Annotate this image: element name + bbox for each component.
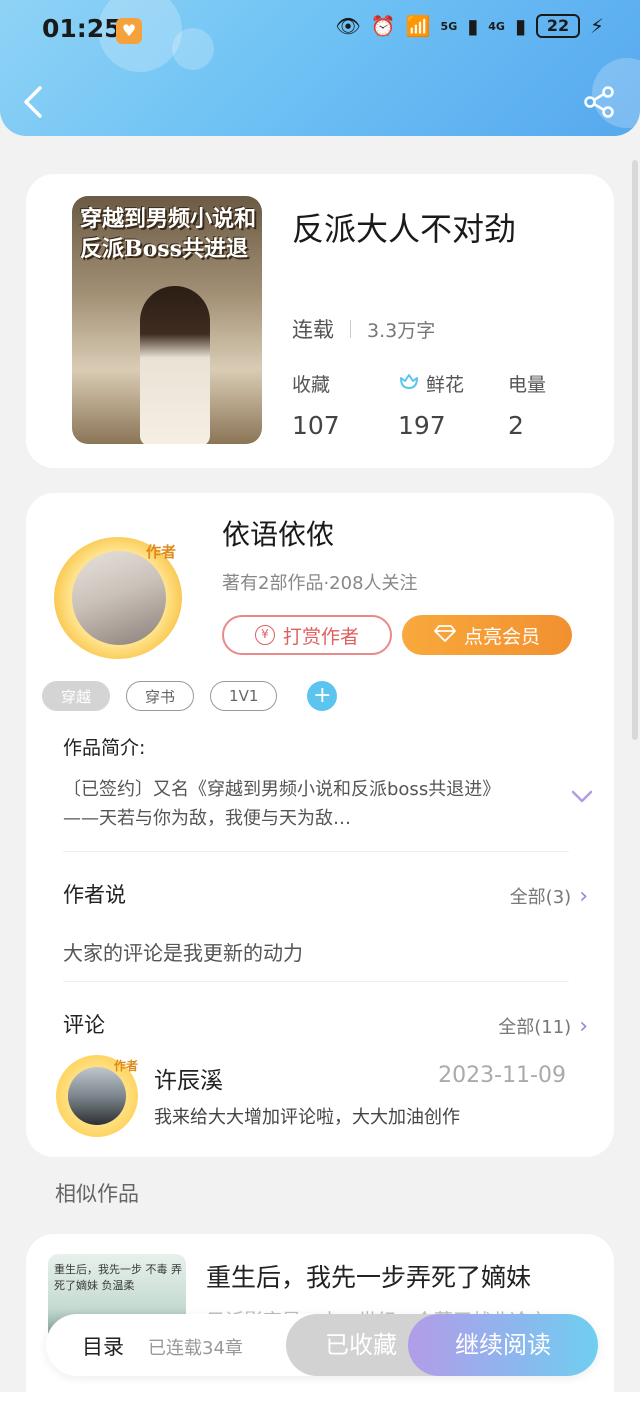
status-time: 01:25 <box>42 14 122 43</box>
add-tag-icon[interactable]: + <box>307 681 338 711</box>
stat-label: 收藏 <box>292 374 331 396</box>
flower-icon <box>398 370 420 397</box>
synopsis-title: 作品简介: <box>63 737 146 759</box>
author-details-card: 作者 依语依侬 著有2部作品·208人关注 ¥ 打赏作者 点亮会员 穿越 穿书 … <box>26 493 614 1157</box>
status-icons: 👁 ⏰ 📶 5G ▮ 4G ▮ 22 ⚡ <box>335 14 604 38</box>
divider <box>63 981 569 982</box>
author-says-more-link[interactable]: 全部(3) › <box>510 883 588 909</box>
signal-4g-label: 4G <box>488 19 505 33</box>
scrollbar[interactable] <box>632 160 638 740</box>
status-bar: 01:25 ♥ 👁 ⏰ 📶 5G ▮ 4G ▮ 22 ⚡ <box>0 0 640 60</box>
cover-title-text: 穿越到男频小说和反派Boss共进退 <box>80 206 257 262</box>
stat-label: 鲜花 <box>426 374 465 396</box>
chevron-down-icon[interactable] <box>570 789 594 805</box>
book-cover[interactable]: 穿越到男频小说和反派Boss共进退 <box>72 196 262 444</box>
chevron-right-icon: › <box>579 1013 588 1039</box>
comment-date: 2023-11-09 <box>438 1063 566 1088</box>
book-word-count: 3.3万字 <box>367 319 436 342</box>
heart-notification-icon: ♥ <box>116 18 142 44</box>
stat-favorites: 收藏 107 <box>292 370 340 440</box>
book-meta: 连载 3.3万字 <box>292 314 435 344</box>
reward-label: 打赏作者 <box>282 625 359 648</box>
bottom-action-bar: 目录 已连载34章 已收藏 继续阅读 <box>46 1314 598 1376</box>
reward-author-button[interactable]: ¥ 打赏作者 <box>222 615 392 655</box>
chapter-count[interactable]: 已连载34章 <box>148 1334 243 1360</box>
meta-divider <box>350 320 351 338</box>
stat-value: 2 <box>508 411 524 440</box>
avatar-image <box>68 1067 126 1125</box>
author-says-text: 大家的评论是我更新的动力 <box>63 941 303 965</box>
comment-username[interactable]: 许辰溪 <box>154 1061 223 1095</box>
tag-chip[interactable]: 穿越 <box>42 681 111 711</box>
diamond-icon <box>434 624 456 647</box>
bottom-nav-strip <box>0 1392 640 1422</box>
author-info: 著有2部作品·208人关注 <box>222 573 418 594</box>
author-says-title: 作者说 <box>63 883 126 907</box>
synopsis-text[interactable]: 〔已签约〕又名《穿越到男频小说和反派boss共退进》 ——天若与你为敌，我便与天… <box>63 775 543 833</box>
tag-list: 穿越 穿书 1V1 + <box>42 681 338 711</box>
comments-more-link[interactable]: 全部(11) › <box>498 1013 588 1039</box>
alarm-icon: ⏰ <box>370 14 396 38</box>
eye-icon: 👁 <box>335 14 361 38</box>
comment-text[interactable]: 我来给大大增加评论啦，大大加油创作 <box>154 1103 460 1129</box>
similar-book-title[interactable]: 重生后，我先一步弄死了嫡妹 <box>206 1258 531 1294</box>
tag-chip[interactable]: 1V1 <box>210 681 278 711</box>
stat-value: 107 <box>292 411 340 440</box>
signal-bars-icon: ▮ <box>514 14 526 38</box>
tag-chip[interactable]: 穿书 <box>126 681 195 711</box>
more-label: 全部(3) <box>509 887 572 908</box>
author-name[interactable]: 依语依侬 <box>222 513 334 553</box>
vip-button[interactable]: 点亮会员 <box>402 615 572 655</box>
battery-level: 22 <box>535 14 580 38</box>
comment-avatar[interactable]: 作者 <box>56 1055 138 1137</box>
toc-button[interactable]: 目录 <box>82 1331 124 1361</box>
share-icon[interactable] <box>582 84 618 120</box>
author-avatar[interactable]: 作者 <box>54 537 182 659</box>
book-title: 反派大人不对劲 <box>292 210 517 248</box>
synopsis-line: ——天若与你为敌，我便与天为敌… <box>63 808 351 829</box>
app-header: 01:25 ♥ 👁 ⏰ 📶 5G ▮ 4G ▮ 22 ⚡ <box>0 0 640 136</box>
book-status: 连载 <box>292 318 334 342</box>
more-label: 全部(11) <box>498 1017 572 1038</box>
signal-5g-label: 5G <box>440 19 458 33</box>
chevron-right-icon: › <box>579 883 588 909</box>
similar-works-title: 相似作品 <box>55 1182 139 1206</box>
charging-icon: ⚡ <box>589 14 604 38</box>
avatar-image <box>72 551 166 645</box>
coin-icon: ¥ <box>254 625 275 645</box>
stat-value: 197 <box>398 411 446 440</box>
back-arrow-icon[interactable] <box>18 82 54 122</box>
stat-power[interactable]: 电量 2 <box>508 370 546 440</box>
vip-label: 点亮会员 <box>463 625 540 648</box>
author-badge: 作者 <box>113 1059 138 1073</box>
synopsis-line: 〔已签约〕又名《穿越到男频小说和反派boss共退进》 <box>63 779 501 800</box>
wifi-icon: 📶 <box>405 14 431 38</box>
signal-bars-icon: ▮ <box>467 14 479 38</box>
book-info-card: 穿越到男频小说和反派Boss共进退 反派大人不对劲 连载 3.3万字 收藏 10… <box>26 174 614 468</box>
continue-reading-button[interactable]: 继续阅读 <box>408 1314 598 1376</box>
similar-cover-text: 重生后，我先一步 不毒 弄死了嫡妹 负温柔 <box>54 1263 182 1292</box>
cover-figure-illustration <box>140 286 210 444</box>
divider <box>63 851 569 852</box>
author-badge: 作者 <box>145 543 176 561</box>
stat-flowers[interactable]: 鲜花 197 <box>398 370 464 440</box>
stat-label: 电量 <box>508 374 547 396</box>
comments-title: 评论 <box>63 1013 105 1037</box>
